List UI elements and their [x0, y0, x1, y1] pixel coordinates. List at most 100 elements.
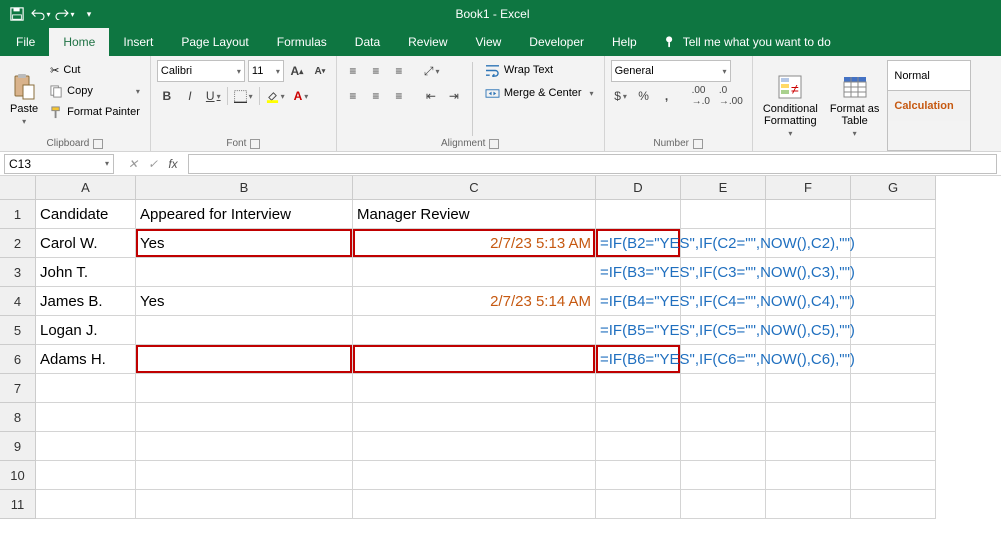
- cell-D4[interactable]: =IF(B4="YES",IF(C4="",NOW(),C4),""): [596, 287, 681, 316]
- cell-D9[interactable]: [596, 432, 681, 461]
- column-header-E[interactable]: E: [681, 176, 766, 200]
- cell-D5[interactable]: =IF(B5="YES",IF(C5="",NOW(),C5),""): [596, 316, 681, 345]
- row-header-6[interactable]: 6: [0, 345, 36, 374]
- tab-insert[interactable]: Insert: [109, 28, 167, 56]
- tab-file[interactable]: File: [2, 28, 49, 56]
- underline-button[interactable]: U: [203, 86, 224, 106]
- cell-B8[interactable]: [136, 403, 353, 432]
- row-header-10[interactable]: 10: [0, 461, 36, 490]
- save-icon[interactable]: [6, 3, 28, 25]
- undo-icon[interactable]: ▾: [30, 3, 52, 25]
- cell-G1[interactable]: [851, 200, 936, 229]
- clipboard-launcher[interactable]: [93, 139, 103, 149]
- cell-A10[interactable]: [36, 461, 136, 490]
- cell-A9[interactable]: [36, 432, 136, 461]
- copy-button[interactable]: Copy▾: [46, 81, 144, 101]
- cell-C11[interactable]: [353, 490, 596, 519]
- cell-A8[interactable]: [36, 403, 136, 432]
- cell-F10[interactable]: [766, 461, 851, 490]
- comma-format-button[interactable]: ,: [657, 86, 677, 106]
- cell-E7[interactable]: [681, 374, 766, 403]
- cell-B3[interactable]: [136, 258, 353, 287]
- cell-E10[interactable]: [681, 461, 766, 490]
- increase-decimal-icon[interactable]: .00→.0: [689, 86, 713, 106]
- row-header-8[interactable]: 8: [0, 403, 36, 432]
- cell-A7[interactable]: [36, 374, 136, 403]
- tab-pagelayout[interactable]: Page Layout: [167, 28, 262, 56]
- cell-B7[interactable]: [136, 374, 353, 403]
- cell-G4[interactable]: [851, 287, 936, 316]
- cell-G9[interactable]: [851, 432, 936, 461]
- format-painter-button[interactable]: Format Painter: [46, 102, 144, 122]
- font-launcher[interactable]: [250, 139, 260, 149]
- cell-G10[interactable]: [851, 461, 936, 490]
- cell-D10[interactable]: [596, 461, 681, 490]
- cell-A4[interactable]: James B.: [36, 287, 136, 316]
- tab-formulas[interactable]: Formulas: [263, 28, 341, 56]
- cell-F9[interactable]: [766, 432, 851, 461]
- accounting-format-button[interactable]: $: [611, 86, 631, 106]
- cell-C10[interactable]: [353, 461, 596, 490]
- decrease-indent-icon[interactable]: ⇤: [421, 86, 441, 106]
- align-right-icon[interactable]: ≡: [389, 86, 409, 106]
- cell-C3[interactable]: [353, 258, 596, 287]
- row-header-7[interactable]: 7: [0, 374, 36, 403]
- cell-C5[interactable]: [353, 316, 596, 345]
- italic-button[interactable]: I: [180, 86, 200, 106]
- cell-D8[interactable]: [596, 403, 681, 432]
- row-header-1[interactable]: 1: [0, 200, 36, 229]
- tab-view[interactable]: View: [462, 28, 516, 56]
- increase-font-icon[interactable]: A▴: [287, 61, 307, 81]
- tab-help[interactable]: Help: [598, 28, 651, 56]
- qat-customize-icon[interactable]: ▾: [78, 3, 100, 25]
- cell-A1[interactable]: Candidate: [36, 200, 136, 229]
- number-format-select[interactable]: General▾: [611, 60, 731, 82]
- cell-A3[interactable]: John T.: [36, 258, 136, 287]
- style-normal[interactable]: Normal: [888, 61, 970, 91]
- redo-icon[interactable]: ▾: [54, 3, 76, 25]
- conditional-formatting-button[interactable]: ≠ Conditional Formatting▾: [759, 60, 822, 151]
- cell-G2[interactable]: [851, 229, 936, 258]
- column-header-B[interactable]: B: [136, 176, 353, 200]
- paste-button[interactable]: Paste ▾: [6, 60, 42, 138]
- cell-E1[interactable]: [681, 200, 766, 229]
- cell-F11[interactable]: [766, 490, 851, 519]
- formula-bar[interactable]: [188, 154, 997, 174]
- column-header-D[interactable]: D: [596, 176, 681, 200]
- cell-B9[interactable]: [136, 432, 353, 461]
- fill-color-button[interactable]: [263, 86, 288, 106]
- row-header-9[interactable]: 9: [0, 432, 36, 461]
- name-box[interactable]: C13▾: [4, 154, 114, 174]
- cell-C6[interactable]: [353, 345, 596, 374]
- cell-C4[interactable]: 2/7/23 5:14 AM: [353, 287, 596, 316]
- cell-A11[interactable]: [36, 490, 136, 519]
- align-bottom-icon[interactable]: ≡: [389, 61, 409, 81]
- cell-B10[interactable]: [136, 461, 353, 490]
- cell-F8[interactable]: [766, 403, 851, 432]
- row-header-2[interactable]: 2: [0, 229, 36, 258]
- cell-B4[interactable]: Yes: [136, 287, 353, 316]
- cell-C9[interactable]: [353, 432, 596, 461]
- cancel-formula-icon[interactable]: ✕: [124, 157, 142, 171]
- cell-B11[interactable]: [136, 490, 353, 519]
- cell-A2[interactable]: Carol W.: [36, 229, 136, 258]
- cell-B1[interactable]: Appeared for Interview: [136, 200, 353, 229]
- font-name-select[interactable]: Calibri▾: [157, 60, 245, 82]
- decrease-decimal-icon[interactable]: .0→.00: [716, 86, 746, 106]
- cell-B6[interactable]: [136, 345, 353, 374]
- cell-C8[interactable]: [353, 403, 596, 432]
- align-left-icon[interactable]: ≡: [343, 86, 363, 106]
- cell-C7[interactable]: [353, 374, 596, 403]
- increase-indent-icon[interactable]: ⇥: [444, 86, 464, 106]
- border-button[interactable]: [231, 86, 256, 106]
- align-middle-icon[interactable]: ≡: [366, 61, 386, 81]
- cell-D1[interactable]: [596, 200, 681, 229]
- cell-A5[interactable]: Logan J.: [36, 316, 136, 345]
- cell-E8[interactable]: [681, 403, 766, 432]
- cell-C2[interactable]: 2/7/23 5:13 AM: [353, 229, 596, 258]
- orientation-button[interactable]: ⤢: [421, 61, 443, 81]
- cell-F7[interactable]: [766, 374, 851, 403]
- font-size-select[interactable]: 11▾: [248, 60, 284, 82]
- column-header-A[interactable]: A: [36, 176, 136, 200]
- column-header-C[interactable]: C: [353, 176, 596, 200]
